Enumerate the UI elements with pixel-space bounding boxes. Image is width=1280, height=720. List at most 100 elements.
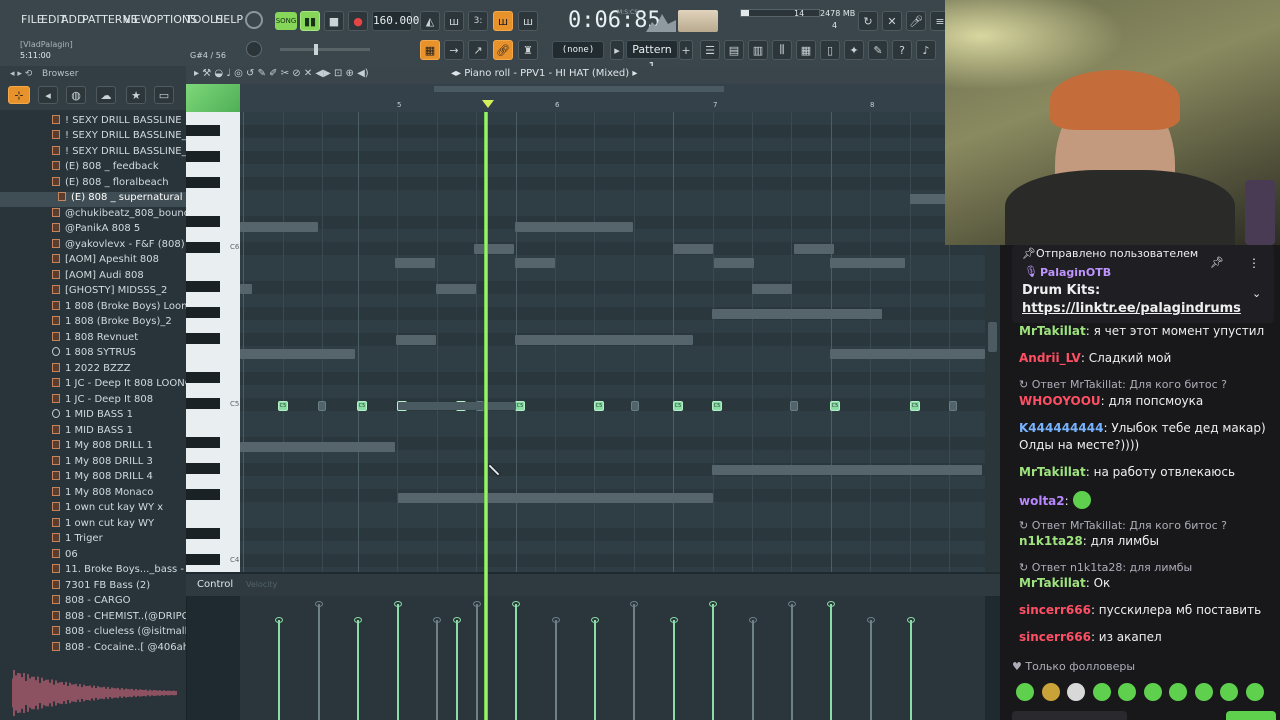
add-pattern-icon[interactable]: + (679, 40, 693, 60)
browser-item[interactable]: @PanikA 808 5 (0, 223, 186, 238)
browser-plugin-tab[interactable]: ◍ (66, 86, 86, 104)
chat-username[interactable]: sincerr666 (1019, 603, 1091, 617)
browser-project-tab[interactable]: ◂ (38, 86, 58, 104)
note[interactable]: C5 (278, 401, 288, 411)
velocity-handle[interactable] (354, 617, 362, 623)
black-key[interactable] (186, 281, 220, 292)
chat-username[interactable]: MrTakillat (1019, 465, 1086, 479)
emote-icon[interactable] (1016, 683, 1034, 701)
mixer-icon[interactable]: ⫼ (772, 40, 792, 60)
velocity-handle[interactable] (394, 601, 402, 607)
emote-icon[interactable] (1118, 683, 1136, 701)
unpin-icon[interactable]: 📌︎ (1210, 256, 1224, 269)
browser-item[interactable]: 1 Triger (0, 533, 186, 548)
note[interactable]: C5 (830, 401, 840, 411)
velocity-handle[interactable] (473, 601, 481, 607)
note[interactable]: C5 (673, 401, 683, 411)
browser-item[interactable]: 1 808 (Broke Boys)_2 (0, 316, 186, 331)
metronome-icon[interactable]: ◭ (420, 11, 440, 31)
browser-item[interactable]: 1 MID BASS 1 (0, 424, 186, 440)
velocity-handle[interactable] (453, 617, 461, 623)
browser-item[interactable]: MIDI (0, 109, 186, 114)
velocity-handle[interactable] (433, 617, 441, 623)
velocity-bar[interactable] (827, 601, 835, 720)
piano-keyboard[interactable]: C6 C5 C4 (186, 112, 240, 572)
black-key[interactable] (186, 151, 220, 162)
browser-item[interactable]: 11. Broke Boys..._bass - Part_1 (0, 564, 186, 579)
black-key[interactable] (186, 398, 220, 409)
velocity-bar[interactable] (749, 617, 757, 720)
chat-username[interactable]: K444444444 (1019, 421, 1103, 435)
chevron-down-icon[interactable]: ⌄ (1252, 287, 1261, 300)
emote-icon[interactable] (1067, 683, 1085, 701)
velocity-handle[interactable] (552, 617, 560, 623)
velocity-handle[interactable] (315, 601, 323, 607)
vertical-scroll-thumb[interactable] (988, 322, 997, 352)
piano-roll-icon[interactable]: ▤ (724, 40, 744, 60)
black-key[interactable] (186, 242, 220, 253)
emote-icon[interactable] (1169, 683, 1187, 701)
browser-item[interactable]: 1 JC - Deep It 808 (0, 393, 186, 409)
velocity-bar[interactable] (630, 601, 638, 720)
velocity-bar[interactable] (394, 601, 402, 720)
browser-all-tab[interactable]: ⊹ (8, 86, 30, 104)
black-key[interactable] (186, 333, 220, 344)
tuner-icon[interactable]: ♪ (916, 40, 936, 60)
microphone-icon[interactable]: 🎤︎ (906, 11, 926, 31)
master-volume-slider[interactable] (280, 44, 370, 55)
wait-input-icon[interactable]: ш (444, 11, 464, 31)
browser-item[interactable]: 1 My 808 DRILL 1 (0, 440, 186, 455)
chat-username[interactable]: sincerr666 (1019, 630, 1091, 644)
pinned-user[interactable]: PalaginOTB (1040, 266, 1111, 279)
play-button[interactable]: ▮▮ (300, 11, 320, 31)
chat-username[interactable]: MrTakillat (1019, 576, 1086, 590)
pattern-prev-icon[interactable]: ▸ (610, 40, 624, 60)
browser-item[interactable]: (E) 808 _ supernatural (0, 192, 186, 207)
browser-item[interactable]: 06 (0, 548, 186, 564)
loop-record-icon[interactable]: ш (518, 11, 538, 31)
chat-send-button[interactable] (1226, 711, 1276, 720)
velocity-handle[interactable] (275, 617, 283, 623)
channel-rack-icon[interactable]: ▥ (748, 40, 768, 60)
chat-username[interactable]: wolta2 (1019, 494, 1065, 508)
browser-item[interactable]: 1 2022 BZZZ (0, 362, 186, 378)
emote-icon[interactable] (1245, 683, 1264, 701)
piano-roll-tools-icon[interactable]: ▸ ⚒ ◒ ♩ ◎ ↺ ✎ ✐ ✂ ⊘ ✕ ◀▶ ⊡ ⊕ ◀) (194, 68, 369, 79)
velocity-handle[interactable] (788, 601, 796, 607)
browser-item[interactable]: 1 MID BASS 1 (0, 409, 186, 424)
velocity-bar[interactable] (591, 617, 599, 720)
browser-item[interactable]: @yakovlevx - F&F (808) (0, 238, 186, 254)
note-grid[interactable]: C5C5C5C5C5C5C5C5C5C5 (240, 112, 985, 572)
pattern-selector[interactable]: Pattern 1 (626, 40, 678, 73)
black-key[interactable] (186, 489, 220, 500)
browser-arrows-icon[interactable]: ◂ ▸ ⟲ (10, 69, 32, 79)
velocity-handle[interactable] (512, 601, 520, 607)
arrow-right-icon[interactable]: → (444, 40, 464, 60)
brush-icon[interactable]: ↗ (468, 40, 488, 60)
chat-input[interactable] (1012, 711, 1127, 720)
pinned-link[interactable]: https://linktr.ee/palagindrums (1022, 301, 1241, 316)
chat-username[interactable]: Andrii_LV (1019, 351, 1081, 365)
black-key[interactable] (186, 554, 220, 565)
velocity-handle[interactable] (827, 601, 835, 607)
browser-item[interactable]: ! SEXY DRILL BASSLINE_4 (0, 145, 186, 161)
velocity-handle[interactable] (630, 601, 638, 607)
browser-item[interactable]: (E) 808 _ floralbeach (0, 176, 186, 192)
velocity-bar[interactable] (670, 617, 678, 720)
black-key[interactable] (186, 463, 220, 474)
browser-item[interactable]: (E) 808 _ feedback (0, 161, 186, 176)
help-icon[interactable]: ? (892, 40, 912, 60)
pinned-message[interactable]: 📌︎ Отправлено пользователем 📌︎ ⋮ 🎙︎ Pala… (1012, 245, 1274, 323)
browser-item[interactable]: ! SEXY DRILL BASSLINE (0, 114, 186, 130)
menu-help[interactable]: HELP (215, 13, 243, 26)
emote-icon[interactable] (1092, 683, 1111, 701)
browser-item[interactable]: 7301 FB Bass (2) (0, 579, 186, 595)
browser-item[interactable]: 1 My 808 Monaco (0, 486, 186, 502)
browser-item[interactable]: 808 - CHEMIST..(@DRIPCARTEL) (0, 610, 186, 626)
emote-icon[interactable] (1194, 683, 1213, 701)
browser-favorites-tab[interactable]: ★ (126, 86, 146, 104)
note[interactable]: C5 (910, 401, 920, 411)
plugin-icon[interactable]: ✦ (844, 40, 864, 60)
black-key[interactable] (186, 372, 220, 383)
black-key[interactable] (186, 216, 220, 227)
